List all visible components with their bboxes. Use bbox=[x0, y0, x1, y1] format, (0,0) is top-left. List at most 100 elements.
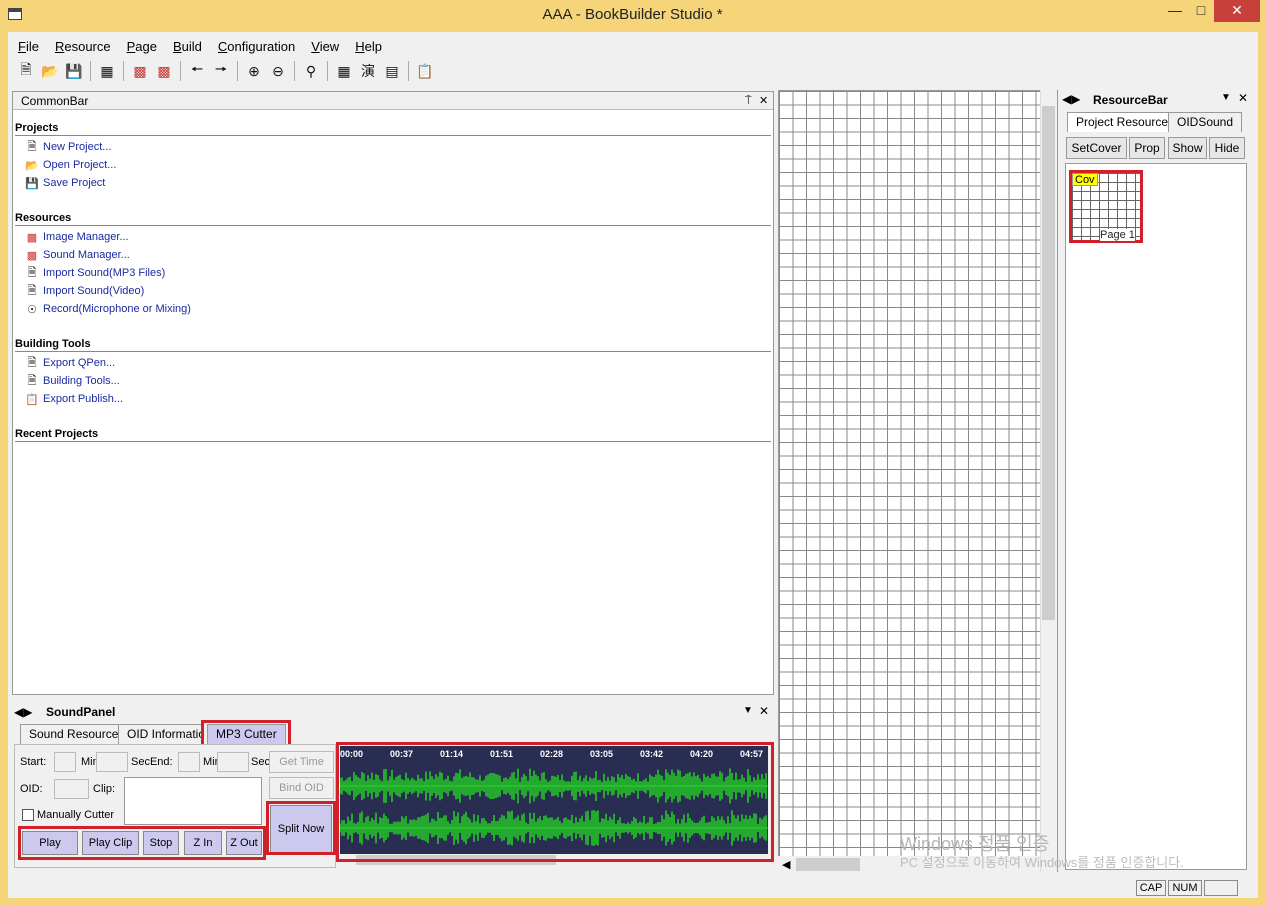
status-slot bbox=[1204, 880, 1238, 896]
manual-cutter-checkbox[interactable] bbox=[22, 809, 34, 821]
end-sec-field[interactable] bbox=[217, 752, 249, 772]
tab-project-resource[interactable]: Project Resource bbox=[1067, 112, 1178, 132]
link-sound-manager[interactable]: ▩ Sound Manager... bbox=[25, 248, 130, 262]
link-import-mp3[interactable]: 🗎 Import Sound(MP3 Files) bbox=[25, 266, 166, 280]
zoom-out-icon[interactable]: ⊖ bbox=[268, 61, 288, 81]
link-label: Import Sound(Video) bbox=[43, 285, 145, 297]
tab-oidsound[interactable]: OIDSound bbox=[1168, 112, 1243, 132]
highlight-split-now bbox=[266, 801, 336, 855]
oid-field[interactable] bbox=[54, 779, 89, 799]
start-sec-field[interactable] bbox=[96, 752, 128, 772]
commonbar-panel: CommonBar ⍑ ✕ Projects 🗎 New Project... 📂… bbox=[12, 91, 774, 695]
link-export-publish[interactable]: 📋 Export Publish... bbox=[25, 392, 123, 406]
section-projects: Projects bbox=[15, 122, 771, 136]
import-icon: 🗎 bbox=[27, 284, 37, 297]
status-bar bbox=[8, 878, 1258, 898]
close-icon[interactable]: ✕ bbox=[759, 92, 768, 110]
clipboard-icon[interactable]: 📋 bbox=[415, 61, 435, 81]
maximize-button[interactable]: □ bbox=[1186, 0, 1216, 22]
window-title: AAA - BookBuilder Studio * bbox=[542, 6, 723, 23]
menu-configuration[interactable]: Configuration bbox=[210, 36, 303, 57]
save-icon: 💾 bbox=[25, 177, 39, 190]
find-icon[interactable]: ⚲ bbox=[301, 61, 321, 81]
close-button[interactable]: ✕ bbox=[1214, 0, 1260, 22]
link-export-qpen[interactable]: 🗎 Export QPen... bbox=[25, 356, 116, 370]
properties-icon[interactable]: ▦ bbox=[97, 61, 117, 81]
end-min-field[interactable] bbox=[178, 752, 200, 772]
start-min-field[interactable] bbox=[54, 752, 76, 772]
tab-sound-resource[interactable]: Sound Resource bbox=[20, 724, 128, 744]
page-thumbnails-area bbox=[1065, 163, 1247, 870]
section-resources: Resources bbox=[15, 212, 771, 226]
export-icon[interactable]: ▤ bbox=[382, 61, 402, 81]
clip-textarea[interactable] bbox=[124, 777, 262, 825]
link-save-project[interactable]: 💾 Save Project bbox=[25, 176, 105, 190]
vertical-scroll-thumb[interactable] bbox=[1042, 106, 1055, 620]
show-button[interactable]: Show bbox=[1168, 137, 1207, 159]
menu-resource[interactable]: Resource bbox=[47, 36, 119, 57]
commonbar-header: CommonBar ⍑ ✕ bbox=[13, 92, 773, 110]
prop-button[interactable]: Prop bbox=[1129, 137, 1165, 159]
link-image-manager[interactable]: ▩ Image Manager... bbox=[25, 230, 129, 244]
nav-arrows-icon[interactable]: ◀▶ bbox=[14, 705, 32, 719]
import-icon: 🗎 bbox=[27, 266, 37, 279]
back-icon[interactable]: 🠔 bbox=[187, 61, 207, 81]
scroll-left-icon[interactable]: ◀ bbox=[782, 858, 790, 871]
setcover-button[interactable]: SetCover bbox=[1066, 137, 1127, 159]
publish-icon: 📋 bbox=[25, 393, 39, 406]
page-canvas[interactable] bbox=[778, 90, 1058, 872]
link-label: Save Project bbox=[43, 177, 106, 189]
open-icon[interactable]: 📂 bbox=[40, 61, 60, 81]
nav-arrows-icon[interactable]: ◀▶ bbox=[1062, 92, 1080, 106]
menu-help[interactable]: Help bbox=[347, 36, 390, 57]
record-icon: ☉ bbox=[27, 303, 37, 316]
activation-watermark-title: Windows 정품 인증 bbox=[900, 834, 1050, 854]
new-icon[interactable]: 🗎 bbox=[16, 61, 36, 81]
cover-tag: Cov bbox=[1072, 173, 1098, 186]
link-open-project[interactable]: 📂 Open Project... bbox=[25, 158, 116, 172]
link-label: Export Publish... bbox=[43, 393, 124, 405]
pin-icon[interactable]: ⍑ bbox=[745, 92, 752, 110]
toolbar: 🗎 📂 💾 ▦ ▩ ▩ 🠔 🠖 ⊕ ⊖ ⚲ ▦ 演 ▤ 📋 bbox=[10, 58, 1256, 84]
link-label: Sound Manager... bbox=[43, 249, 130, 261]
get-time-button[interactable]: Get Time bbox=[269, 751, 334, 773]
image-manager-icon[interactable]: ▩ bbox=[130, 61, 150, 81]
forward-icon[interactable]: 🠖 bbox=[211, 61, 231, 81]
link-label: Image Manager... bbox=[43, 231, 129, 243]
section-recent-projects: Recent Projects bbox=[15, 428, 771, 442]
link-import-video[interactable]: 🗎 Import Sound(Video) bbox=[25, 284, 145, 298]
horizontal-scroll-thumb[interactable] bbox=[796, 858, 860, 871]
close-icon[interactable]: ✕ bbox=[759, 704, 769, 718]
link-new-project[interactable]: 🗎 New Project... bbox=[25, 140, 112, 154]
sec-label: Sec bbox=[251, 756, 270, 768]
image-manager-icon: ▩ bbox=[26, 231, 38, 244]
menu-build[interactable]: Build bbox=[165, 36, 210, 57]
zoom-in-icon[interactable]: ⊕ bbox=[244, 61, 264, 81]
menu-view[interactable]: View bbox=[303, 36, 347, 57]
link-building-tools[interactable]: 🗎 Building Tools... bbox=[25, 374, 120, 388]
link-label: Record(Microphone or Mixing) bbox=[43, 303, 191, 315]
link-label: Open Project... bbox=[43, 159, 117, 171]
resourcebar-title: ResourceBar bbox=[1093, 93, 1168, 107]
activation-watermark-text: PC 설정으로 이동하여 Windows를 정품 인증합니다. bbox=[900, 855, 1184, 870]
link-record[interactable]: ☉ Record(Microphone or Mixing) bbox=[25, 302, 191, 316]
sound-manager-icon[interactable]: ▩ bbox=[154, 61, 174, 81]
menu-file[interactable]: File bbox=[10, 36, 47, 57]
toolbar-separator bbox=[294, 61, 295, 81]
save-icon[interactable]: 💾 bbox=[64, 61, 84, 81]
toolbar-separator bbox=[237, 61, 238, 81]
app-icon[interactable] bbox=[8, 8, 22, 20]
chinese-icon[interactable]: 演 bbox=[358, 61, 378, 81]
close-icon[interactable]: ✕ bbox=[1238, 91, 1248, 105]
highlight-waveform bbox=[336, 742, 774, 862]
tab-oid-information[interactable]: OID Information bbox=[118, 724, 204, 744]
folder-icon: 📂 bbox=[25, 159, 39, 172]
dropdown-icon[interactable]: ▼ bbox=[1221, 92, 1231, 103]
menu-page[interactable]: Page bbox=[119, 36, 165, 57]
hide-button[interactable]: Hide bbox=[1209, 137, 1245, 159]
blk-icon[interactable]: ▦ bbox=[334, 61, 354, 81]
export-icon: 🗎 bbox=[27, 356, 37, 369]
bind-oid-button[interactable]: Bind OID bbox=[269, 777, 334, 799]
dropdown-icon[interactable]: ▼ bbox=[743, 705, 753, 716]
link-label: Export QPen... bbox=[43, 357, 116, 369]
